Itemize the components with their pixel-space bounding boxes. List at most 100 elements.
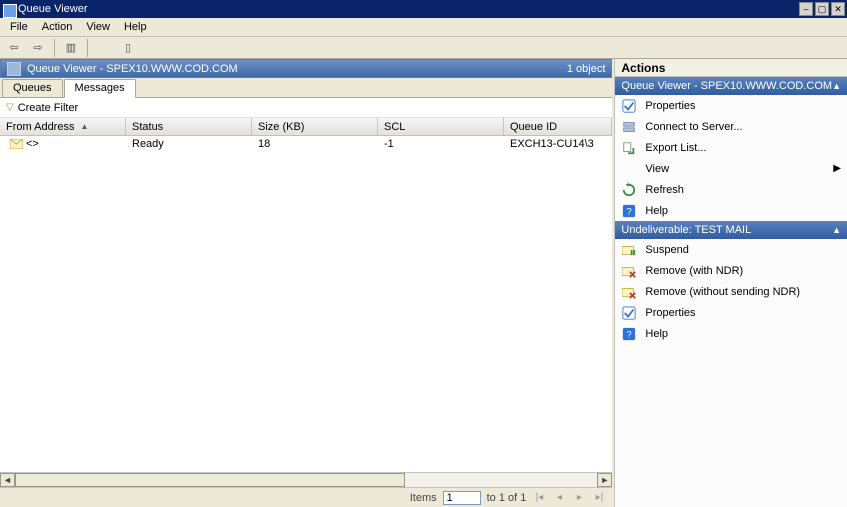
- main-panel: Queue Viewer - SPEX10.WWW.COD.COM 1 obje…: [0, 59, 614, 507]
- collapse-icon[interactable]: ▲: [832, 225, 841, 235]
- workspace: Queue Viewer - SPEX10.WWW.COD.COM 1 obje…: [0, 59, 847, 507]
- arrow-right-icon: ⇨: [33, 41, 42, 54]
- actions-pane: Actions Queue Viewer - SPEX10.WWW.COD.CO…: [614, 59, 847, 507]
- app-icon: [7, 62, 21, 76]
- help-icon: ?: [621, 326, 637, 342]
- maximize-button[interactable]: ▢: [815, 2, 829, 16]
- action-refresh[interactable]: Refresh: [615, 179, 847, 200]
- help-icon: ?: [621, 203, 637, 219]
- panel-icon: ▥: [66, 41, 76, 54]
- back-button[interactable]: ⇦: [4, 38, 24, 58]
- action-properties[interactable]: Properties: [615, 95, 847, 116]
- refresh-icon: [621, 182, 637, 198]
- action-remove-no-ndr[interactable]: Remove (without sending NDR): [615, 281, 847, 302]
- column-size[interactable]: Size (KB): [252, 118, 378, 135]
- menu-action-label: Action: [42, 21, 73, 33]
- create-filter-link[interactable]: Create Filter: [18, 102, 79, 114]
- menu-file-label: File: [10, 21, 28, 33]
- table-body: <> Ready 18 -1 EXCH13-CU14\3: [0, 136, 612, 472]
- window-icon: ▯: [125, 41, 131, 54]
- scrollbar-thumb[interactable]: [15, 473, 405, 487]
- table-row[interactable]: <> Ready 18 -1 EXCH13-CU14\3: [0, 136, 612, 152]
- column-status-label: Status: [132, 121, 163, 133]
- action-refresh-label: Refresh: [645, 184, 684, 196]
- misc-toolbar-button[interactable]: ▯: [118, 38, 138, 58]
- show-hide-button[interactable]: ▥: [61, 38, 81, 58]
- column-queue-id[interactable]: Queue ID: [504, 118, 612, 135]
- action-suspend-label: Suspend: [645, 244, 688, 256]
- sort-asc-icon: ▲: [80, 122, 88, 131]
- action-suspend[interactable]: Suspend: [615, 239, 847, 260]
- remove-ndr-icon: [621, 263, 637, 279]
- action-remove-ndr[interactable]: Remove (with NDR): [615, 260, 847, 281]
- minimize-button[interactable]: –: [799, 2, 813, 16]
- toolbar: ⇦ ⇨ ▥ ? ▯: [0, 37, 847, 59]
- submenu-arrow-icon: ▶: [833, 163, 841, 174]
- action-remove-no-ndr-label: Remove (without sending NDR): [645, 286, 800, 298]
- action-msg-help-label: Help: [645, 328, 668, 340]
- tab-queues-label: Queues: [13, 82, 52, 94]
- cell-from-value: <>: [26, 138, 39, 150]
- action-help[interactable]: ? Help: [615, 200, 847, 221]
- action-msg-help[interactable]: ? Help: [615, 323, 847, 344]
- action-connect-label: Connect to Server...: [645, 121, 742, 133]
- forward-button[interactable]: ⇨: [28, 38, 48, 58]
- action-help-label: Help: [645, 205, 668, 217]
- action-export-list[interactable]: Export List...: [615, 137, 847, 158]
- suspend-icon: [621, 242, 637, 258]
- menu-help[interactable]: Help: [118, 19, 153, 35]
- cell-qid: EXCH13-CU14\3: [504, 138, 612, 150]
- close-button[interactable]: ✕: [831, 2, 845, 16]
- column-status[interactable]: Status: [126, 118, 252, 135]
- column-from-address[interactable]: From Address▲: [0, 118, 126, 135]
- paging-of-label: to 1 of 1: [487, 492, 527, 504]
- actions-group-message: Undeliverable: TEST MAIL ▲: [615, 221, 847, 239]
- table-header: From Address▲ Status Size (KB) SCL Queue…: [0, 118, 612, 136]
- window-title: Queue Viewer: [2, 3, 799, 15]
- column-scl[interactable]: SCL: [378, 118, 504, 135]
- page-first-button[interactable]: |◂: [532, 491, 546, 505]
- page-number-input[interactable]: [443, 491, 481, 505]
- tab-messages[interactable]: Messages: [64, 79, 136, 98]
- tab-strip: Queues Messages: [0, 78, 612, 98]
- menu-view[interactable]: View: [80, 19, 116, 35]
- horizontal-scrollbar[interactable]: ◄ ►: [0, 472, 612, 487]
- help-toolbar-button[interactable]: ?: [94, 38, 114, 58]
- scroll-right-button[interactable]: ►: [597, 473, 612, 487]
- action-view-label: View: [645, 163, 669, 175]
- menu-view-label: View: [86, 21, 110, 33]
- cell-from: <>: [0, 138, 126, 151]
- filter-icon: ▽: [6, 102, 14, 113]
- action-msg-properties[interactable]: Properties: [615, 302, 847, 323]
- server-icon: [621, 119, 637, 135]
- properties-icon: [621, 98, 637, 114]
- object-count-label: 1 object: [567, 63, 606, 75]
- cell-scl: -1: [378, 138, 504, 150]
- menu-action[interactable]: Action: [36, 19, 79, 35]
- message-icon: [8, 138, 24, 151]
- page-last-button[interactable]: ▸|: [592, 491, 606, 505]
- tab-queues[interactable]: Queues: [2, 79, 63, 97]
- action-export-label: Export List...: [645, 142, 706, 154]
- remove-no-ndr-icon: [621, 284, 637, 300]
- menu-help-label: Help: [124, 21, 147, 33]
- action-connect-server[interactable]: Connect to Server...: [615, 116, 847, 137]
- action-remove-ndr-label: Remove (with NDR): [645, 265, 743, 277]
- action-view-submenu[interactable]: View ▶: [615, 158, 847, 179]
- action-properties-label: Properties: [645, 100, 695, 112]
- window-buttons: – ▢ ✕: [799, 2, 845, 16]
- cell-size: 18: [252, 138, 378, 150]
- page-prev-button[interactable]: ◂: [552, 491, 566, 505]
- scroll-left-button[interactable]: ◄: [0, 473, 15, 487]
- action-msg-properties-label: Properties: [645, 307, 695, 319]
- menu-bar: File Action View Help: [0, 18, 847, 37]
- cell-status: Ready: [126, 138, 252, 150]
- scrollbar-track[interactable]: [15, 473, 597, 487]
- filter-bar: ▽ Create Filter: [0, 98, 612, 118]
- actions-pane-title: Actions: [615, 59, 847, 77]
- svg-text:?: ?: [627, 329, 632, 340]
- menu-file[interactable]: File: [4, 19, 34, 35]
- page-next-button[interactable]: ▸: [572, 491, 586, 505]
- collapse-icon[interactable]: ▲: [832, 81, 841, 91]
- toolbar-separator: [54, 39, 55, 57]
